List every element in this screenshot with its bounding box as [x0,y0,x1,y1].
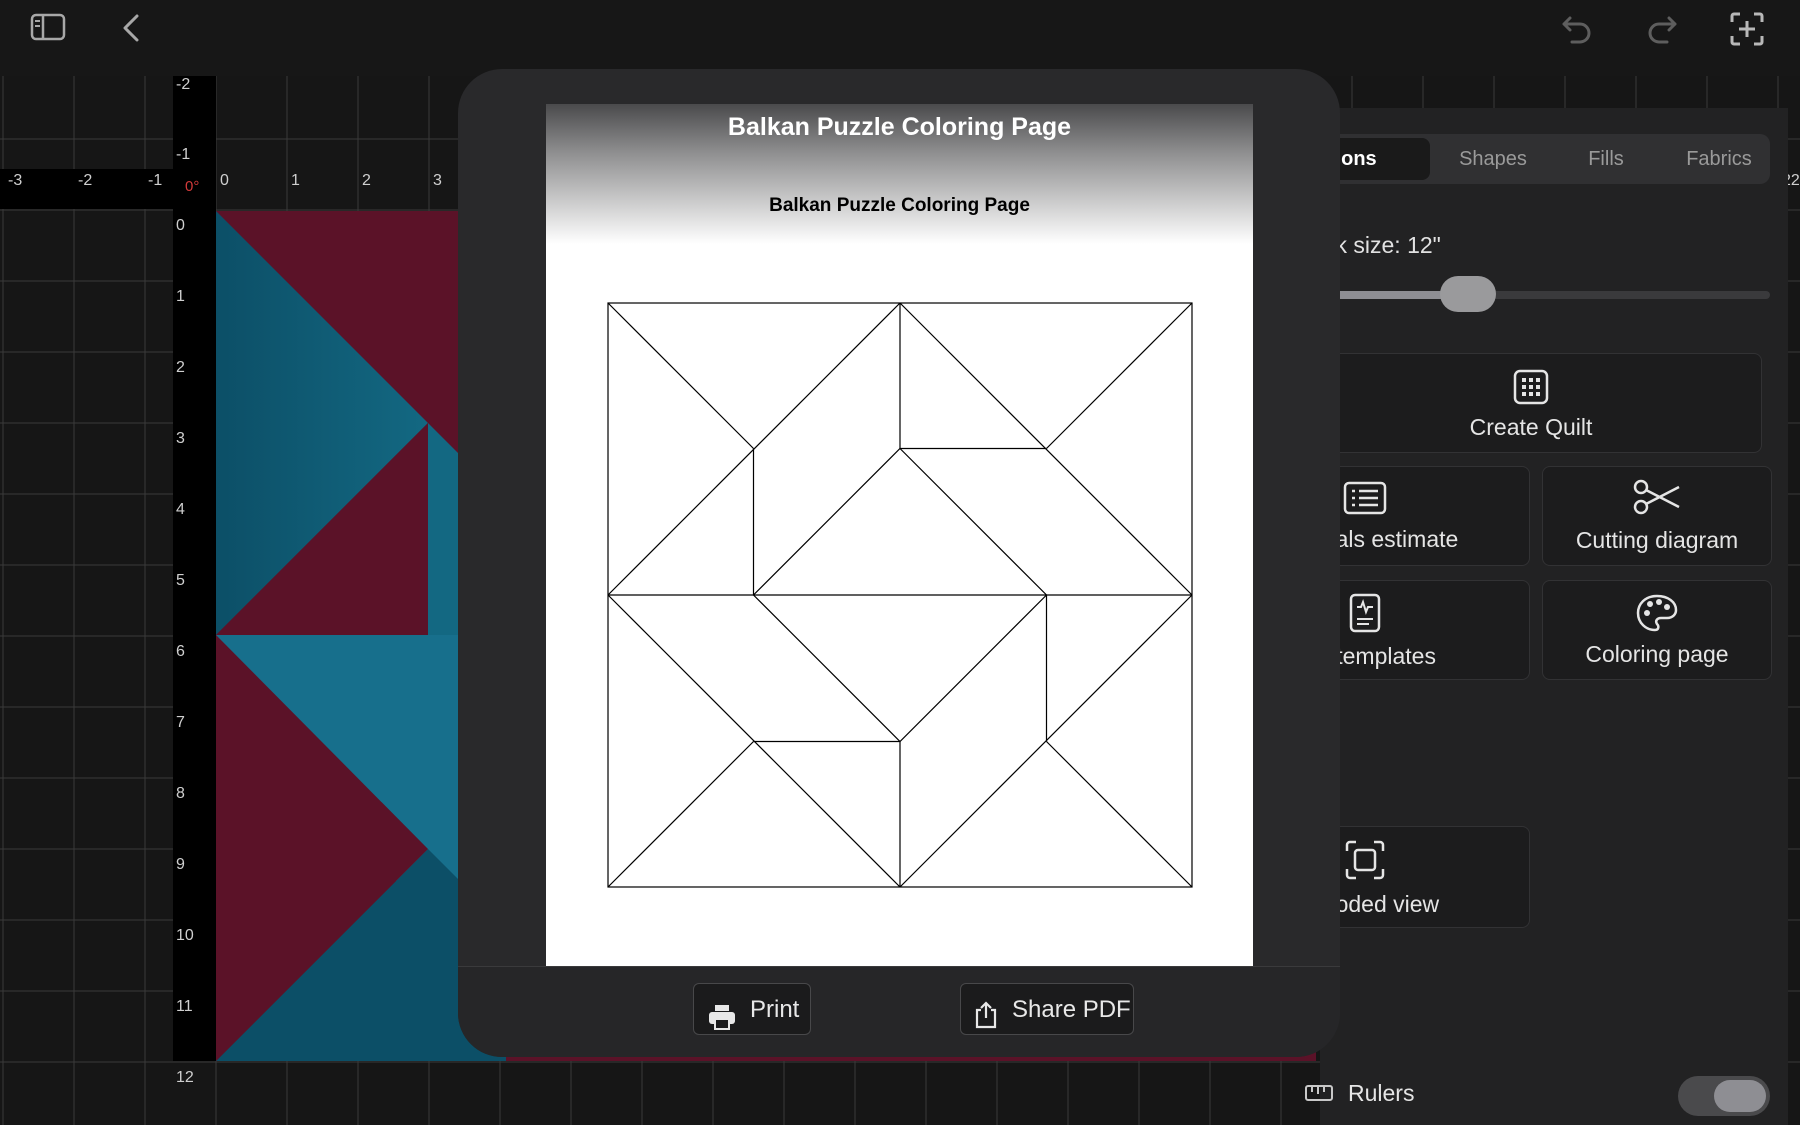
side-panel: Actions Shapes Fills Fabrics Finished bl… [1200,108,1788,1125]
coloring-page-label: Coloring page [1585,641,1729,667]
ruler-label: 3 [176,430,185,447]
add-block-icon[interactable] [1728,10,1766,53]
rulers-label: Rulers [1348,1080,1415,1106]
coloring-page-button[interactable]: Coloring page [1542,580,1772,680]
ruler-label: 9 [176,856,185,873]
block-outline-drawing [607,302,1193,888]
modal-title: Balkan Puzzle Coloring Page [727,113,1072,141]
sidebar-icon[interactable] [30,12,66,47]
ruler-label: -1 [176,146,191,163]
panel-tabs: Actions Shapes Fills Fabrics [1250,134,1770,184]
ruler-label: 8 [176,785,185,802]
ruler-label: 6 [176,643,185,660]
create-quilt-button[interactable]: Create Quilt [1300,353,1762,453]
ruler-label: 1 [176,288,185,305]
ruler-icon [1304,1084,1334,1107]
ruler-label: -3 [8,172,23,189]
exploded-view-icon [1344,839,1386,886]
ruler-label: 7 [176,714,185,731]
document-icon [1349,593,1381,638]
scissors-icon [1631,477,1683,522]
share-pdf-label: Share PDF [1012,996,1131,1023]
ruler-label: 2 [362,172,371,189]
print-label: Print [750,996,800,1023]
redo-icon[interactable] [1645,12,1679,49]
ruler-label: -2 [176,76,191,93]
printer-icon [708,997,736,1049]
ruler-label: 5 [176,572,185,589]
print-button[interactable]: Print [693,983,811,1035]
ruler-label: 1 [291,172,300,189]
tab-fabrics[interactable]: Fabrics [1664,134,1774,184]
ruler-label: -1 [148,172,163,189]
ruler-label: 2 [176,359,185,376]
ruler-label: 0 [220,172,229,189]
back-chevron-icon[interactable] [120,12,142,49]
rotation-label: 0° [185,178,200,195]
share-icon [973,996,999,1048]
ruler-label: 12 [176,1069,194,1086]
share-pdf-button[interactable]: Share PDF [960,983,1134,1035]
page-title: Balkan Puzzle Coloring Page [769,195,1030,216]
undo-icon[interactable] [1560,12,1594,49]
ruler-label: 10 [176,927,194,944]
block-size-slider-thumb[interactable] [1440,276,1496,312]
grid-icon [1513,369,1549,410]
rulers-toggle[interactable] [1678,1076,1770,1116]
palette-icon [1635,593,1679,638]
top-ruler [0,169,216,209]
ruler-label: 0 [176,217,185,234]
tab-shapes[interactable]: Shapes [1438,134,1548,184]
top-toolbar [0,0,1800,76]
ruler-label: 3 [433,172,442,189]
list-icon [1343,481,1387,520]
modal-footer: Print Share PDF [458,966,1340,1057]
ruler-label: 4 [176,501,185,518]
ruler-label: 11 [176,998,193,1015]
toggle-knob [1714,1080,1766,1112]
tab-fills[interactable]: Fills [1556,134,1656,184]
cutting-diagram-label: Cutting diagram [1575,527,1739,553]
cutting-diagram-button[interactable]: Cutting diagram [1542,466,1772,566]
coloring-page-modal: Balkan Puzzle Coloring Page Balkan Puzzl… [458,69,1340,1057]
create-quilt-label: Create Quilt [1469,414,1593,440]
ruler-label: -2 [78,172,93,189]
